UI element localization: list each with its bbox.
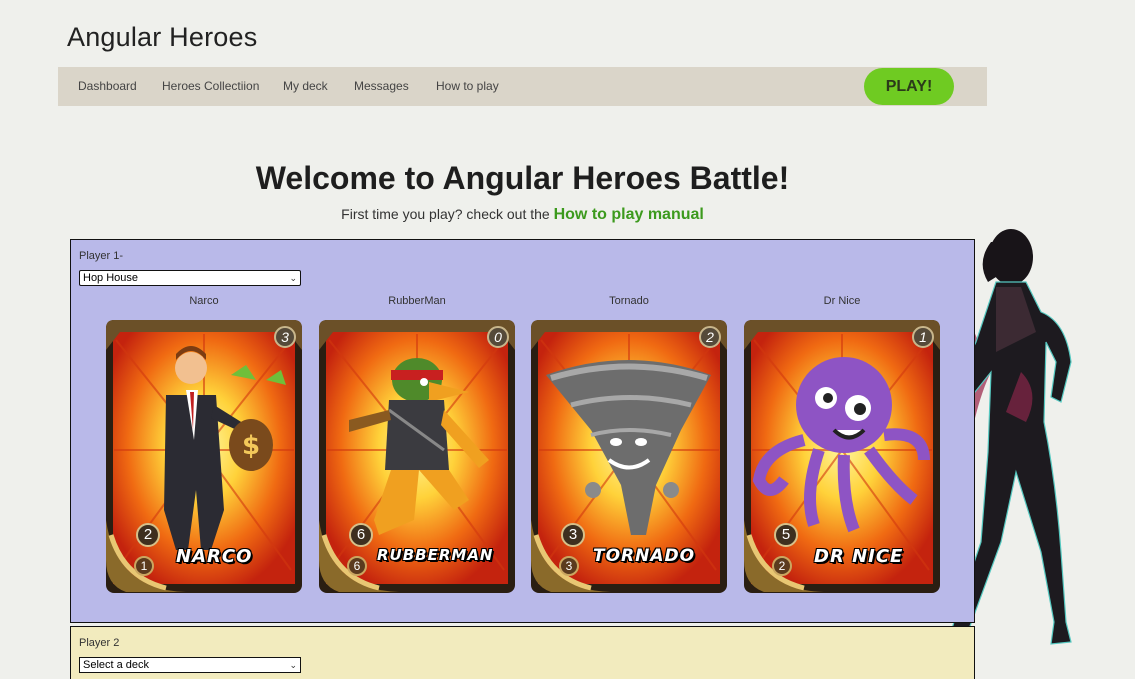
- hero-card-dr-nice[interactable]: 1 5 2 DR NICE: [744, 320, 940, 593]
- hero-card-narco[interactable]: $ 3 2 1 NARCO: [106, 320, 302, 593]
- player2-panel: Player 2 Select a deck ⌄: [70, 626, 975, 679]
- card-art-title: DR NICE: [814, 546, 904, 567]
- nav-how-to-play[interactable]: How to play: [436, 79, 499, 93]
- card-name-label: RubberMan: [388, 295, 446, 307]
- player1-deck-select[interactable]: Hop House ⌄: [79, 270, 301, 286]
- card-health-badge: 1: [134, 556, 154, 576]
- nav-my-deck[interactable]: My deck: [283, 79, 328, 93]
- player2-deck-value: Select a deck: [83, 659, 150, 671]
- card-cost-badge: 0: [487, 326, 509, 348]
- player1-panel: Player 1- Hop House ⌄ Narco $ 3 2 1 NARC…: [70, 239, 975, 623]
- nav-messages[interactable]: Messages: [354, 79, 409, 93]
- card-art-title: NARCO: [176, 546, 253, 567]
- welcome-subline: First time you play? check out the How t…: [0, 206, 1045, 224]
- card-attack-badge: 6: [349, 523, 373, 547]
- card-name-label: Narco: [189, 295, 219, 307]
- player1-deck-value: Hop House: [83, 272, 139, 284]
- chevron-down-icon: ⌄: [289, 273, 297, 283]
- play-button[interactable]: PLAY!: [864, 68, 954, 105]
- hero-card-tornado[interactable]: 2 3 3 TORNADO: [531, 320, 727, 593]
- how-to-play-manual-link[interactable]: How to play manual: [554, 206, 704, 223]
- player2-label: Player 2: [79, 637, 120, 649]
- player1-label: Player 1-: [79, 250, 124, 262]
- intro-text: First time you play? check out the: [341, 206, 550, 222]
- welcome-heading: Welcome to Angular Heroes Battle!: [255, 160, 790, 196]
- top-navbar: Dashboard Heroes Collectiion My deck Mes…: [58, 67, 987, 106]
- card-attack-badge: 3: [561, 523, 585, 547]
- chevron-down-icon: ⌄: [289, 660, 297, 670]
- card-cost-badge: 1: [912, 326, 934, 348]
- player2-deck-select[interactable]: Select a deck ⌄: [79, 657, 301, 673]
- card-art-title: RUBBERMAN: [377, 546, 494, 564]
- card-attack-badge: 2: [136, 523, 160, 547]
- card-health-badge: 2: [772, 556, 792, 576]
- nav-heroes-collection[interactable]: Heroes Collectiion: [162, 79, 259, 93]
- card-name-label: Tornado: [609, 295, 649, 307]
- hero-card-rubberman[interactable]: 0 6 6 RUBBERMAN: [319, 320, 515, 593]
- card-cost-badge: 2: [699, 326, 721, 348]
- card-health-badge: 6: [347, 556, 367, 576]
- card-health-badge: 3: [559, 556, 579, 576]
- nav-dashboard[interactable]: Dashboard: [78, 79, 137, 93]
- card-cost-badge: 3: [274, 326, 296, 348]
- card-art-title: TORNADO: [593, 546, 696, 566]
- card-attack-badge: 5: [774, 523, 798, 547]
- svg-text:$: $: [242, 431, 260, 461]
- card-name-label: Dr Nice: [823, 295, 861, 307]
- app-title: Angular Heroes: [67, 22, 258, 52]
